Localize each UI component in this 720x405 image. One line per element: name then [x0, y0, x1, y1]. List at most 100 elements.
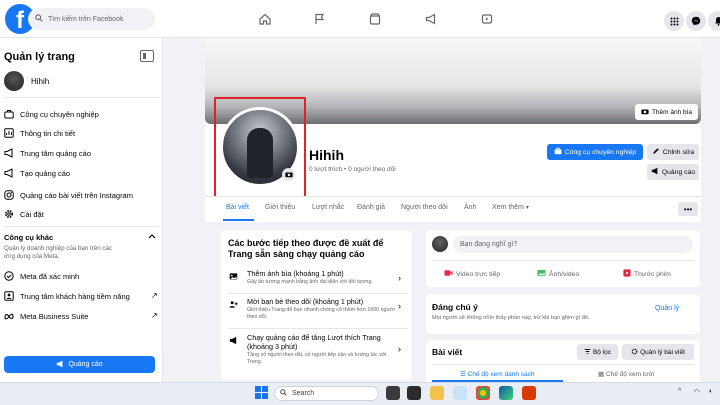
professional-tools-button[interactable]: Công cụ chuyên nghiệp [547, 144, 643, 160]
app-icon[interactable] [522, 386, 536, 400]
tab-photos[interactable]: Ảnh [464, 204, 476, 211]
chevron-right-icon: › [398, 344, 401, 354]
photo-video-icon [537, 269, 546, 279]
sidebar-other-tools-title[interactable]: Công cụ khác [4, 233, 53, 242]
menu-grid-icon[interactable] [664, 11, 684, 31]
more-options-button[interactable]: ••• [678, 202, 698, 216]
flag-icon[interactable] [307, 8, 333, 30]
windows-start-icon[interactable] [255, 386, 268, 401]
grid-view-tab[interactable]: ▦ Chế độ xem lưới [598, 370, 654, 378]
volume-icon[interactable]: ◖ [708, 388, 712, 395]
app-icon[interactable] [407, 386, 421, 400]
live-video-button[interactable]: Video trực tiếp [444, 269, 500, 279]
task-view-icon[interactable] [386, 386, 400, 400]
invite-icon [228, 299, 238, 309]
sidebar-item-ads-center[interactable]: Trung tâm quảng cáo [4, 145, 91, 161]
wifi-icon[interactable]: ◠ [694, 388, 700, 396]
search-icon [35, 14, 43, 24]
app-icon[interactable] [453, 386, 467, 400]
page-name: Hihih [309, 147, 344, 163]
post-composer-input[interactable]: Bạn đang nghĩ gì? [453, 236, 693, 253]
live-video-label: Video trực tiếp [456, 270, 501, 278]
search-icon [280, 389, 287, 398]
sidebar-item-label: Tạo quảng cáo [20, 168, 71, 178]
featured-card [426, 294, 700, 334]
search-input[interactable]: Tìm kiếm trên Facebook [28, 8, 155, 30]
step-description: Tăng số người theo dõi, số người tiếp cậ… [247, 352, 387, 365]
tab-mentions[interactable]: Lượt nhắc [312, 204, 344, 211]
edge-icon[interactable] [499, 386, 513, 400]
sidebar-item-settings[interactable]: Cài đặt [4, 206, 44, 222]
sidebar-item-leads-center[interactable]: Trung tâm khách hàng tiềm năng ↗ [4, 288, 158, 304]
featured-manage-link[interactable]: Quản lý [655, 305, 679, 312]
photo-icon [228, 271, 238, 281]
page-avatar [4, 71, 24, 91]
briefcase-icon [4, 109, 14, 119]
gear-icon [631, 348, 638, 357]
search-placeholder: Tìm kiếm trên Facebook [48, 15, 124, 23]
filter-label: Bộ lọc [592, 348, 612, 356]
taskbar-search-label: Search [292, 390, 315, 397]
tray-chevron-icon[interactable]: ^ [678, 388, 681, 395]
sidebar-item-label: Meta Business Suite [20, 311, 89, 321]
sidebar-collapse-icon[interactable] [140, 50, 154, 62]
tab-posts[interactable]: Bài viết [226, 204, 249, 211]
sidebar-item-label: Công cụ chuyên nghiệp [20, 109, 99, 119]
grid-icon: ▦ [598, 371, 606, 378]
marketplace-icon[interactable] [362, 8, 388, 30]
reels-button[interactable]: Thước phim [623, 269, 671, 279]
video-icon[interactable] [474, 8, 500, 30]
meta-icon [4, 311, 14, 321]
tab-reviews[interactable]: Đánh giá [357, 204, 385, 211]
sidebar-page-switcher[interactable]: Hihih [4, 71, 49, 91]
add-cover-photo-label: Thêm ảnh bìa [651, 108, 693, 116]
list-view-label: Chế độ xem danh sách [467, 371, 535, 378]
chrome-icon[interactable] [476, 386, 490, 400]
sidebar-page-name: Hihih [31, 76, 50, 86]
create-ad-button[interactable]: Quảng cáo [4, 356, 155, 373]
filter-icon [584, 348, 591, 357]
camera-icon [641, 108, 649, 117]
external-link-icon: ↗ [151, 311, 158, 320]
manage-posts-button[interactable]: Quản lý bài viết [622, 344, 694, 360]
sidebar-item-instagram-ads[interactable]: Quảng cáo bài viết trên Instagram [4, 187, 133, 203]
file-explorer-icon[interactable] [430, 386, 444, 400]
sidebar-other-tools-description: Quản lý doanh nghiệp của bạn trên các ứn… [4, 245, 113, 260]
step-add-cover[interactable]: Thêm ảnh bìa (khoảng 1 phút) Gây ấn tượn… [228, 269, 408, 295]
taskbar-search[interactable]: Search [274, 386, 379, 401]
sidebar-divider [4, 97, 159, 98]
briefcase-icon [554, 147, 562, 157]
sidebar-item-insights[interactable]: Thông tin chi tiết [4, 125, 75, 141]
tab-about[interactable]: Giới thiệu [265, 204, 295, 211]
megaphone-icon [228, 335, 238, 345]
messenger-icon[interactable] [686, 11, 706, 31]
step-divider [228, 293, 408, 294]
step-divider [228, 328, 408, 329]
sidebar-item-professional-tools[interactable]: Công cụ chuyên nghiệp [4, 106, 99, 122]
photo-video-button[interactable]: Ảnh/video [537, 269, 579, 279]
tab-more[interactable]: Xem thêm ▾ [492, 204, 529, 211]
list-icon: ☰ [460, 371, 468, 378]
step-title: Chạy quảng cáo để tăng Lượt thích Trang … [247, 333, 381, 351]
list-view-tab[interactable]: ☰ Chế độ xem danh sách [460, 370, 535, 378]
caret-down-icon: ▾ [525, 205, 529, 211]
home-icon[interactable] [252, 8, 278, 30]
create-ad-icon [4, 168, 14, 178]
sidebar-item-meta-verified[interactable]: Meta đã xác minh [4, 268, 79, 284]
add-cover-photo-button[interactable]: Thêm ảnh bìa [635, 104, 698, 120]
external-link-icon: ↗ [151, 291, 158, 300]
step-invite-friends[interactable]: Mời bạn bè theo dõi (khoảng 1 phút) Giới… [228, 297, 408, 323]
sidebar-item-create-ad[interactable]: Tạo quảng cáo [4, 165, 70, 181]
chevron-right-icon: › [398, 273, 401, 283]
step-run-ads[interactable]: Chạy quảng cáo để tăng Lượt thích Trang … [228, 333, 408, 365]
chevron-up-icon[interactable] [148, 232, 156, 241]
sidebar-item-meta-business-suite[interactable]: Meta Business Suite ↗ [4, 308, 158, 324]
megaphone-icon[interactable] [418, 8, 444, 30]
advertise-button[interactable]: Quảng cáo [647, 164, 699, 180]
posts-title: Bài viết [432, 347, 463, 357]
sidebar-item-label: Thông tin chi tiết [20, 128, 76, 138]
filter-button[interactable]: Bộ lọc [577, 344, 618, 360]
edit-page-button[interactable]: Chỉnh sửa [647, 144, 699, 160]
tab-followers[interactable]: Người theo dõi [401, 204, 448, 211]
featured-title: Đáng chú ý [432, 302, 478, 312]
